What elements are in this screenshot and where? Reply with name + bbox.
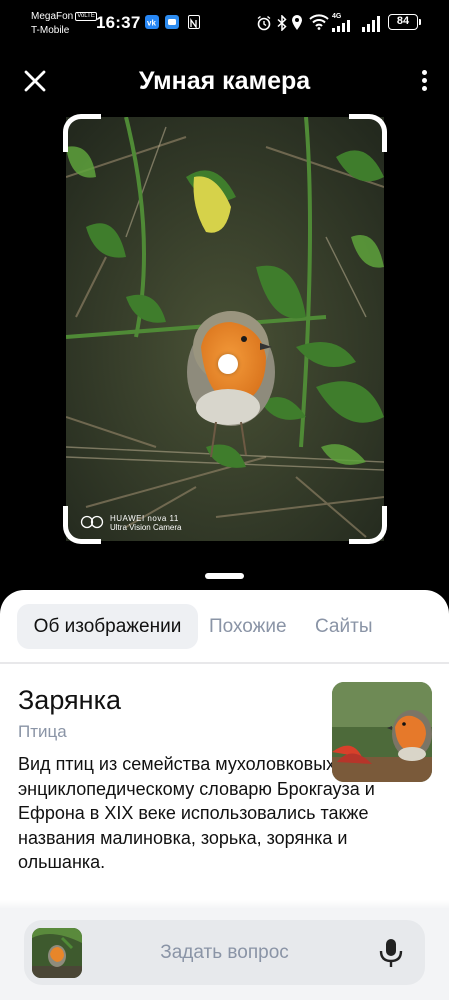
more-dots-icon xyxy=(421,70,427,75)
scan-frame-corner-top-left xyxy=(63,114,101,152)
svg-text:vk: vk xyxy=(147,19,156,28)
result-category: Птица xyxy=(18,722,67,741)
object-focus-dot[interactable] xyxy=(218,354,238,374)
network-type-label: 4G xyxy=(332,13,342,20)
more-options-button[interactable] xyxy=(416,68,432,94)
tab-about-image[interactable]: Об изображении xyxy=(17,604,198,649)
sheet-drag-handle[interactable] xyxy=(205,573,244,579)
watermark-model: HUAWEI nova 11 xyxy=(110,514,179,523)
bluetooth-icon xyxy=(277,15,287,31)
wifi-icon xyxy=(309,14,329,30)
result-thumbnail[interactable] xyxy=(332,682,432,782)
robin-thumbnail-image xyxy=(332,682,432,782)
scan-frame-corner-top-right xyxy=(349,114,387,152)
ask-question-bar[interactable]: Задать вопрос xyxy=(24,920,425,985)
nfc-icon xyxy=(188,15,200,30)
vk-notification-icon: vk xyxy=(145,15,159,29)
volte-badge: VoLTE xyxy=(75,12,97,21)
alarm-icon xyxy=(257,15,271,31)
page-title: Умная камера xyxy=(138,67,311,95)
tab-similar[interactable]: Похожие xyxy=(209,604,287,649)
tabs-divider xyxy=(0,662,449,664)
carrier-1: MegaFon VoLTE xyxy=(31,11,97,23)
carrier-1-label: MegaFon xyxy=(31,11,74,22)
battery-indicator: 84 xyxy=(388,14,421,30)
captured-photo[interactable] xyxy=(66,117,384,541)
tab-sites[interactable]: Сайты xyxy=(315,604,372,649)
ask-question-input[interactable]: Задать вопрос xyxy=(24,920,425,985)
robin-small-image xyxy=(32,928,82,978)
microphone-icon[interactable] xyxy=(376,937,406,969)
signal-icon-sim1 xyxy=(332,20,350,32)
scan-frame-corner-bottom-right xyxy=(349,506,387,544)
location-icon xyxy=(292,15,302,30)
carrier-2: T-Mobile xyxy=(31,25,70,36)
message-notification-icon xyxy=(165,15,179,29)
signal-icon-sim2 xyxy=(362,16,380,32)
ask-image-thumbnail[interactable] xyxy=(32,928,82,978)
status-time: 16:37 xyxy=(96,13,141,32)
camera-lens-icon xyxy=(80,515,104,529)
results-sheet: Об изображении Похожие Сайты Зарянка Пти… xyxy=(0,590,449,1000)
status-bar: MegaFon VoLTE T-Mobile 16:37 vk 4G 84 xyxy=(0,0,449,44)
watermark-camera: Ultra Vision Camera xyxy=(110,523,182,532)
robin-photo-image xyxy=(66,117,384,541)
result-title: Зарянка xyxy=(18,685,121,715)
